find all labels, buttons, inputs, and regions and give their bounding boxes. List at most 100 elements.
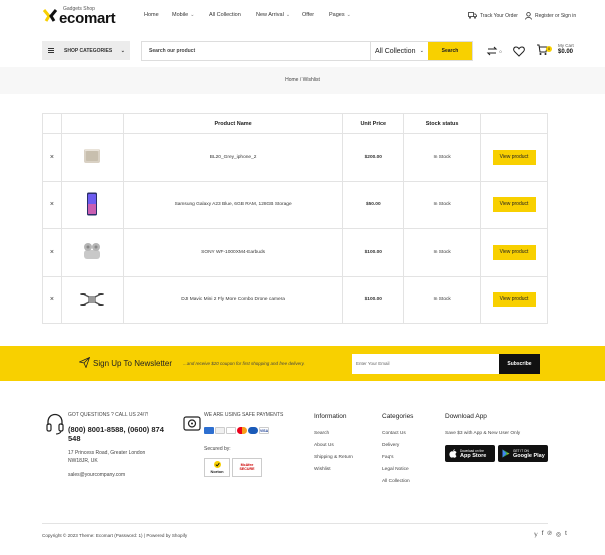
search-button[interactable]: Search [428, 42, 472, 60]
footer-link-about-us[interactable]: About Us [314, 443, 334, 448]
compare-button[interactable]: 0 [484, 44, 504, 58]
account-label: Register or Sign in [535, 13, 577, 19]
brand-name[interactable]: ecomart [59, 10, 116, 27]
mcafee-badge: McAfee SECURE [232, 458, 262, 477]
product-image-cell[interactable] [60, 228, 124, 277]
truck-icon [468, 12, 477, 19]
nav-home[interactable]: Home [144, 12, 159, 18]
remove-button[interactable]: × [42, 133, 62, 182]
table-row: × BL20_Grey_iphone_2 $200.00 In Stock Vi… [42, 133, 548, 182]
contact-address-line1: 17 Princess Road, Greater London [68, 450, 146, 456]
footer-divider [42, 523, 548, 524]
track-order-link[interactable]: Track Your Order [468, 12, 518, 19]
product-name[interactable]: DJI Mavic Mini 2 Fly More Combo Drone ca… [122, 275, 344, 324]
logo-icon[interactable] [42, 7, 58, 23]
search-input[interactable]: Search our product [142, 48, 370, 54]
google-play-label: Google Play [513, 452, 545, 459]
product-image-cell[interactable] [60, 180, 124, 229]
wishlist-table: Product Name Unit Price Stock status × B… [42, 113, 548, 324]
categories-heading: Categories [382, 413, 414, 420]
checkmark-icon [213, 461, 221, 468]
unit-price: $50.00 [342, 180, 405, 229]
payment-methods: VISA [204, 427, 270, 434]
facebook-icon[interactable]: f [542, 531, 544, 538]
nav-new-arrival[interactable]: New Arrival ⌄ [256, 12, 290, 18]
footer-link-faqs[interactable]: Faq's [382, 455, 394, 460]
nav-mobile[interactable]: Mobile ⌄ [172, 12, 194, 18]
collection-select[interactable]: All Collection ⌄ [370, 42, 428, 60]
cart-count-badge: 0 [546, 46, 552, 52]
table-row: × SONY WF-1000XM4-Earbuds $100.00 In Sto… [42, 228, 548, 277]
search-bar: Search our product All Collection ⌄ Sear… [141, 41, 473, 61]
discover-icon [215, 427, 225, 434]
footer-link-contact-us[interactable]: Contact Us [382, 431, 406, 436]
column-header-unit-price: Unit Price [342, 113, 405, 134]
footer-link-legal-notice[interactable]: Legal Notice [382, 467, 409, 472]
table-header-row: Product Name Unit Price Stock status [42, 113, 548, 134]
table-row: × Samsung Galaxy A23 Blue, 6GB RAM, 128G… [42, 180, 548, 229]
product-name[interactable]: Samsung Galaxy A23 Blue, 6GB RAM, 128GB … [122, 180, 344, 229]
payments-title: WE ARE USING SAFE PAYMENTS [204, 412, 284, 418]
secured-by-label: Secured by: [204, 446, 231, 452]
twitter-icon[interactable]: 𝕪 [534, 531, 538, 538]
app-store-button[interactable]: Download on the App Store [445, 445, 495, 462]
shop-categories-button[interactable]: SHOP CATEGORIES ⌄ [42, 41, 130, 60]
instagram-icon[interactable]: ◎ [556, 531, 561, 538]
product-image-cell[interactable] [60, 133, 124, 182]
google-play-button[interactable]: GET IT ON Google Play [498, 445, 548, 462]
pinterest-icon[interactable]: ℗ [547, 531, 551, 538]
view-product-button[interactable]: View product [492, 292, 536, 308]
cart-button[interactable]: 0 My Cart $0.00 [536, 43, 576, 59]
contact-phone[interactable]: (800) 8001-8588, (0600) 874 548 [68, 425, 176, 443]
footer-link-shipping-return[interactable]: Shipping & Return [314, 455, 353, 460]
app-store-small-text: Download on the [460, 448, 484, 453]
shop-categories-label: SHOP CATEGORIES [64, 47, 113, 54]
chevron-down-icon: ⌄ [190, 12, 195, 18]
footer-link-all-collection[interactable]: All Collection [382, 479, 410, 484]
stock-status: In Stock [403, 275, 482, 324]
footer-link-delivery[interactable]: Delivery [382, 443, 399, 448]
account-link[interactable]: Register or Sign in [525, 12, 576, 20]
breadcrumb-current: Wishlist [302, 77, 320, 83]
cart-label: My Cart [558, 43, 574, 48]
remove-button[interactable]: × [42, 275, 62, 324]
contact-question: GOT QUESTIONS ? CALL US 24/7! [68, 412, 149, 418]
contact-address-line2: NW18JR, UK [68, 458, 98, 464]
newsletter-email-input[interactable]: Enter Your Email [352, 354, 499, 374]
social-links: 𝕪 f ℗ ◎ t [534, 531, 567, 538]
drone-icon [80, 292, 105, 306]
column-header-product-name: Product Name [122, 113, 344, 134]
nav-offer[interactable]: Offer [302, 12, 314, 18]
phone-icon [87, 192, 98, 216]
product-name[interactable]: BL20_Grey_iphone_2 [122, 133, 344, 182]
tumblr-icon[interactable]: t [565, 531, 567, 538]
breadcrumb-home[interactable]: Home [285, 77, 298, 83]
footer-link-search[interactable]: Search [314, 431, 329, 436]
user-icon [525, 12, 532, 20]
footer-link-wishlist[interactable]: Wishlist [314, 467, 331, 472]
collection-select-value: All Collection [375, 47, 416, 55]
remove-button[interactable]: × [42, 228, 62, 277]
nav-all-collection[interactable]: All Collection [209, 12, 241, 18]
track-order-label: Track Your Order [480, 12, 518, 19]
maestro-icon [248, 427, 258, 434]
view-product-button[interactable]: View product [492, 149, 536, 165]
amex-icon [204, 427, 214, 434]
compare-count: 0 [499, 48, 502, 54]
newsletter-title: Sign Up To Newsletter [93, 359, 172, 368]
contact-email[interactable]: sales@yourcompany.com [68, 472, 125, 478]
visa-icon: VISA [259, 427, 269, 434]
chevron-down-icon: ⌄ [120, 47, 125, 54]
view-product-button[interactable]: View product [492, 197, 536, 213]
nav-pages[interactable]: Pages ⌄ [329, 12, 351, 18]
chevron-down-icon: ⌄ [285, 12, 291, 18]
subscribe-button[interactable]: Subscribe [499, 354, 540, 374]
wishlist-button[interactable] [512, 44, 526, 58]
unit-price: $100.00 [342, 228, 405, 277]
product-image-cell[interactable] [60, 275, 124, 324]
compare-icon [487, 46, 498, 56]
remove-button[interactable]: × [42, 180, 62, 229]
heart-icon [513, 45, 525, 57]
view-product-button[interactable]: View product [492, 244, 536, 260]
product-name[interactable]: SONY WF-1000XM4-Earbuds [122, 228, 344, 277]
